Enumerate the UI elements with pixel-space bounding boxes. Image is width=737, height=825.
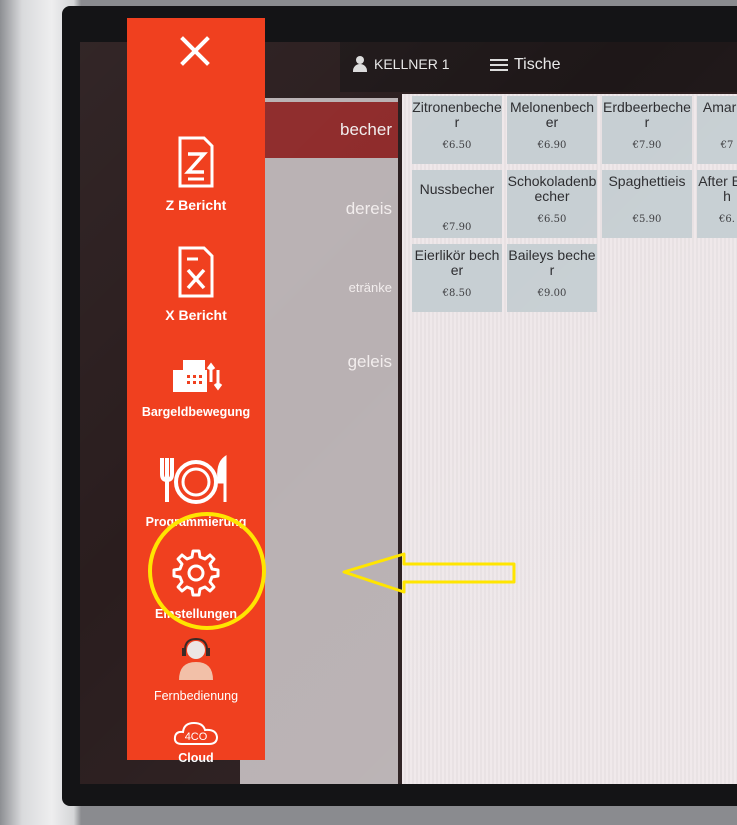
product-name: Zitronenbecher: [412, 99, 502, 130]
product-price: €7.90: [632, 140, 662, 151]
menu-item-remote[interactable]: Fernbedienung: [127, 637, 265, 703]
product-price: €6.50: [537, 214, 567, 225]
plate-cutlery-icon: [160, 454, 227, 504]
product-tile[interactable]: Zitronenbecher €6.50: [412, 96, 502, 164]
product-price: €6.: [719, 214, 735, 225]
menu-item-cash-movement[interactable]: Bargeldbewegung: [127, 356, 265, 419]
product-name: Schokoladenbecher: [507, 173, 597, 204]
product-name: After Bech: [698, 173, 737, 204]
category-label: etränke: [348, 280, 392, 295]
category-label: dereis: [345, 199, 392, 218]
category-label: becher: [340, 120, 392, 139]
product-name: Spaghettieis: [608, 173, 686, 189]
product-name: Baileys becher: [508, 247, 596, 278]
product-price: €5.90: [632, 214, 662, 225]
product-price: €7: [720, 140, 734, 151]
product-name: Amarch: [702, 99, 737, 115]
product-grid: Zitronenbecher €6.50 Melonenbecher €6.90…: [402, 94, 737, 784]
support-agent-icon: [179, 637, 213, 680]
tables-label: Tische: [514, 56, 561, 73]
product-tile[interactable]: Schokoladenbecher €6.50: [507, 170, 597, 238]
product-price: €8.50: [442, 288, 472, 299]
highlight-circle: [148, 512, 266, 630]
waiter-selector[interactable]: KELLNER 1: [352, 56, 449, 72]
close-icon[interactable]: [172, 28, 218, 74]
product-price: €6.90: [537, 140, 567, 151]
product-tile[interactable]: Melonenbecher €6.90: [507, 96, 597, 164]
product-name: Erdbeerbecher: [603, 99, 691, 130]
menu-item-cloud[interactable]: 4CO Cloud: [127, 720, 265, 765]
product-price: €6.50: [442, 140, 472, 151]
tables-button[interactable]: Tische: [490, 56, 561, 74]
list-icon: [490, 57, 508, 73]
cash-register-icon: [173, 360, 223, 392]
menu-label: Fernbedienung: [153, 689, 239, 703]
cloud-icon: 4CO: [173, 721, 219, 745]
side-menu: Z Bericht X Bericht Bargeldbewegung Prog…: [127, 18, 265, 765]
product-tile[interactable]: Amarch €7: [697, 96, 737, 164]
cloud-icon-text: 4CO: [185, 731, 208, 743]
z-report-icon: [178, 136, 214, 188]
product-name: Nussbecher: [419, 181, 495, 197]
product-tile[interactable]: Baileys becher €9.00: [507, 244, 597, 312]
menu-label: Cloud: [178, 751, 214, 765]
menu-item-z-report[interactable]: Z Bericht: [127, 136, 265, 213]
x-report-icon: [178, 246, 214, 298]
product-tile[interactable]: Spaghettieis €5.90: [602, 170, 692, 238]
category-label: geleis: [347, 352, 392, 371]
menu-label: Z Bericht: [165, 197, 227, 213]
product-name: Eierlikör becher: [414, 247, 500, 278]
product-price: €7.90: [442, 222, 472, 233]
product-tile[interactable]: Eierlikör becher €8.50: [412, 244, 502, 312]
product-tile[interactable]: Erdbeerbecher €7.90: [602, 96, 692, 164]
menu-item-x-report[interactable]: X Bericht: [127, 246, 265, 323]
product-price: €9.00: [537, 288, 567, 299]
pointer-arrow-icon: [342, 552, 516, 594]
product-tile[interactable]: Nussbecher €7.90: [412, 170, 502, 238]
top-bar: KELLNER 1 Tische: [340, 42, 737, 92]
product-tile[interactable]: After Bech €6.: [697, 170, 737, 238]
menu-label: Bargeldbewegung: [141, 405, 251, 419]
waiter-label: KELLNER 1: [374, 56, 450, 72]
product-name: Melonenbecher: [509, 99, 595, 130]
menu-label: X Bericht: [165, 307, 227, 323]
person-icon: [352, 56, 368, 72]
